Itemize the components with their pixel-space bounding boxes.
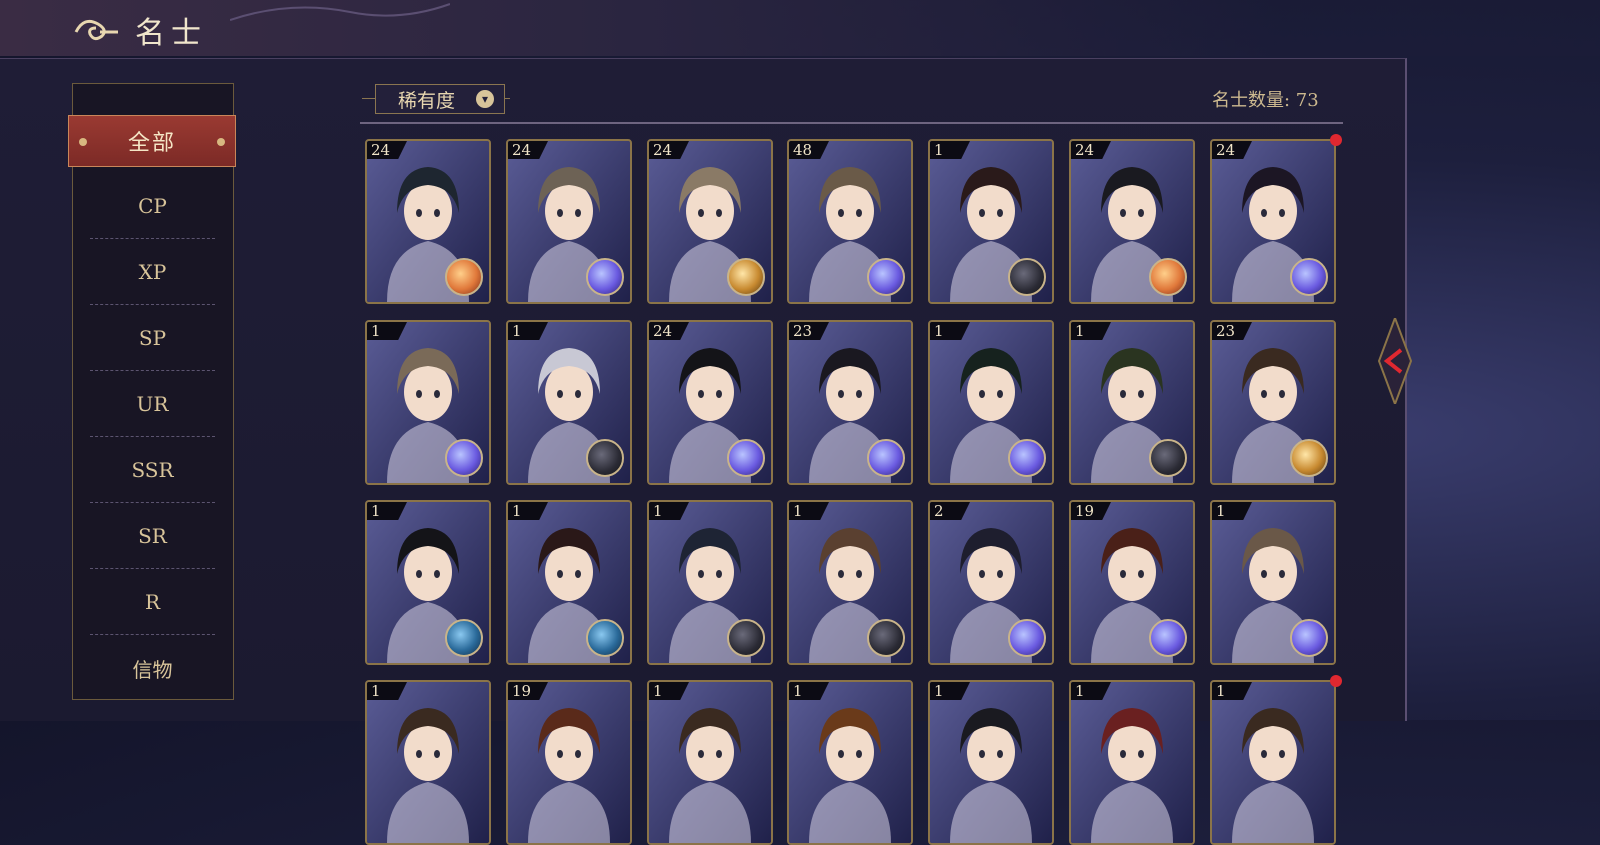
blue-orb-icon (586, 619, 624, 657)
dark-orb-icon (727, 619, 765, 657)
orange-orb-icon (445, 258, 483, 296)
collapse-arrow-icon[interactable] (1375, 318, 1415, 404)
sidebar-item-r[interactable]: R (90, 569, 215, 635)
character-card[interactable]: 23 (787, 320, 913, 485)
character-card[interactable]: 2 (928, 500, 1054, 665)
dark-orb-icon (867, 619, 905, 657)
character-card[interactable]: 1 (1210, 680, 1336, 845)
purple-orb-icon (867, 258, 905, 296)
character-card[interactable]: 1 (787, 680, 913, 845)
character-card[interactable]: 1 (506, 500, 632, 665)
gold-orb-icon (727, 258, 765, 296)
rarity-filter-dropdown[interactable]: 稀有度 ▾ (375, 84, 505, 114)
character-card[interactable]: 1 (1069, 680, 1195, 845)
character-card[interactable]: 1 (647, 680, 773, 845)
page-title: 名士 (135, 16, 207, 51)
sidebar-item-sp[interactable]: SP (90, 305, 215, 371)
gold-orb-icon (1290, 439, 1328, 477)
character-card[interactable]: 19 (1069, 500, 1195, 665)
purple-orb-icon (1290, 258, 1328, 296)
blue-orb-icon (445, 619, 483, 657)
character-portrait (930, 682, 1052, 843)
character-card[interactable]: 1 (928, 320, 1054, 485)
character-portrait (789, 682, 911, 843)
character-count: 名士数量: 73 (1212, 90, 1319, 111)
character-portrait (649, 682, 771, 843)
ornament-dot (79, 138, 87, 146)
dark-orb-icon (586, 439, 624, 477)
notification-dot (1330, 675, 1342, 687)
sidebar-item-sr[interactable]: SR (90, 503, 215, 569)
character-card[interactable]: 24 (365, 139, 491, 304)
sidebar-item-label: 全部 (127, 131, 176, 156)
character-card[interactable]: 1 (928, 680, 1054, 845)
chevron-down-icon: ▾ (476, 90, 494, 108)
character-card[interactable]: 1 (365, 680, 491, 845)
purple-orb-icon (1149, 619, 1187, 657)
decorative-swirl (230, 3, 450, 21)
sidebar-item-label: XP (138, 259, 167, 284)
character-card[interactable]: 24 (647, 320, 773, 485)
character-card[interactable]: 1 (1069, 320, 1195, 485)
character-card[interactable]: 1 (365, 500, 491, 665)
character-card[interactable]: 1 (1210, 500, 1336, 665)
dark-orb-icon (1149, 439, 1187, 477)
purple-orb-icon (727, 439, 765, 477)
ornament-dot (217, 138, 225, 146)
purple-orb-icon (867, 439, 905, 477)
character-portrait (1212, 682, 1334, 843)
character-card[interactable]: 1 (928, 139, 1054, 304)
sidebar-item-label: UR (136, 391, 169, 416)
character-card[interactable]: 23 (1210, 320, 1336, 485)
cloud-swirl-icon[interactable] (72, 10, 122, 46)
sidebar-item-label: 信物 (132, 657, 173, 682)
purple-orb-icon (445, 439, 483, 477)
sidebar-item-label: CP (138, 193, 167, 218)
purple-orb-icon (1008, 439, 1046, 477)
character-card[interactable]: 19 (506, 680, 632, 845)
sidebar-item-xp[interactable]: XP (90, 239, 215, 305)
character-card[interactable]: 24 (506, 139, 632, 304)
sidebar-item-ur[interactable]: UR (90, 371, 215, 437)
character-card[interactable]: 1 (506, 320, 632, 485)
character-card[interactable]: 1 (787, 500, 913, 665)
sidebar-item-token[interactable]: 信物 (90, 635, 215, 701)
header-divider (360, 122, 1343, 124)
character-card[interactable]: 24 (1069, 139, 1195, 304)
top-bar: 名士 (0, 0, 1600, 56)
sidebar-item-label: SR (138, 523, 167, 548)
character-card[interactable]: 1 (647, 500, 773, 665)
sidebar-item-cp[interactable]: CP (90, 173, 215, 239)
sidebar-item-label: SP (138, 325, 167, 350)
character-card[interactable]: 24 (647, 139, 773, 304)
character-portrait (367, 682, 489, 843)
filter-label: 稀有度 (398, 89, 456, 112)
character-card[interactable]: 1 (365, 320, 491, 485)
character-portrait (1071, 682, 1193, 843)
sidebar-item-ssr[interactable]: SSR (90, 437, 215, 503)
sidebar-item-all[interactable]: 全部 (68, 115, 236, 167)
notification-dot (1330, 134, 1342, 146)
purple-orb-icon (1290, 619, 1328, 657)
sidebar-item-label: R (144, 589, 161, 614)
sidebar-item-label: SSR (131, 457, 174, 482)
character-portrait (508, 682, 630, 843)
orange-orb-icon (1149, 258, 1187, 296)
purple-orb-icon (1008, 619, 1046, 657)
dark-orb-icon (1008, 258, 1046, 296)
character-card[interactable]: 48 (787, 139, 913, 304)
character-card[interactable]: 24 (1210, 139, 1336, 304)
purple-orb-icon (586, 258, 624, 296)
